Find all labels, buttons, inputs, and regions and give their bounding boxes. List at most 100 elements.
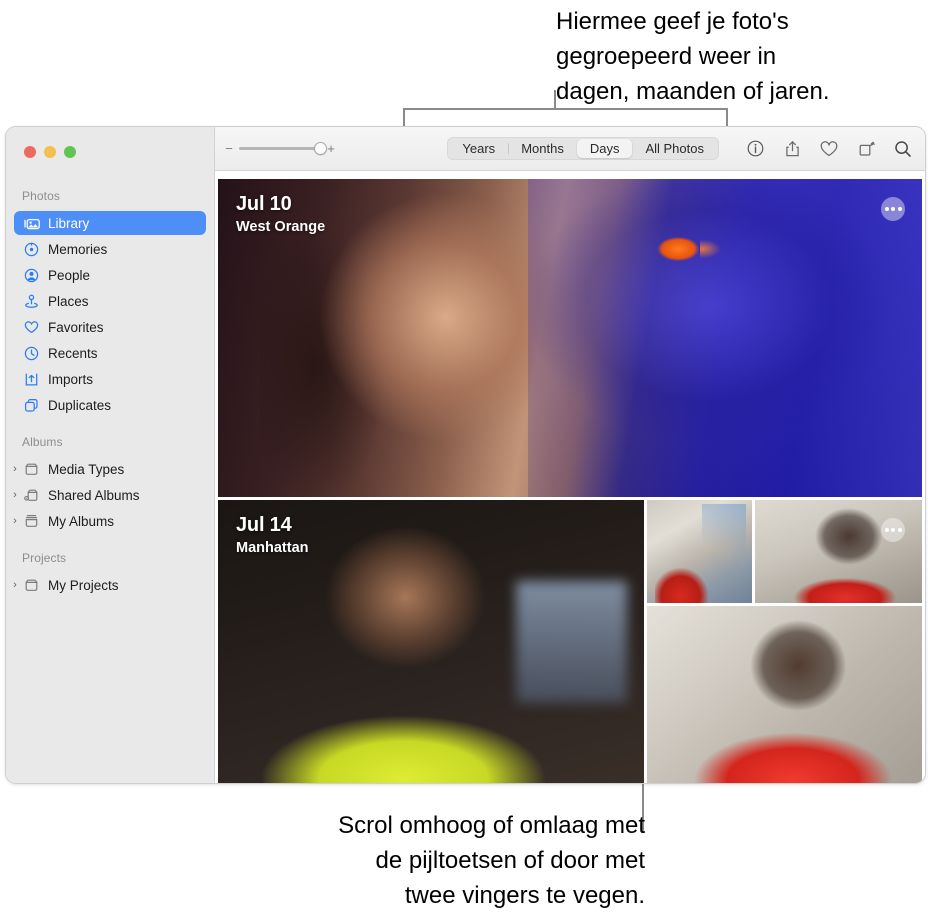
- chevron-right-icon[interactable]: ›: [8, 489, 22, 501]
- folder-stack-icon: [22, 513, 41, 529]
- photo-day-group-row: Jul 14 Manhattan: [215, 500, 925, 783]
- photo-grid-inner: Jul 10 West Orange Jul 14 Manhattan: [215, 171, 925, 783]
- sidebar-item-memories[interactable]: Memories: [14, 237, 206, 261]
- callout-bottom-line-3: twee vingers te vegen.: [404, 882, 645, 909]
- folder-icon: [22, 577, 41, 593]
- sidebar-item-imports[interactable]: Imports: [14, 367, 206, 391]
- tab-months[interactable]: Months: [508, 139, 577, 158]
- callout-bottom-line-1: Scrol omhoog of omlaag met: [338, 812, 645, 839]
- photo-thumbnail: [647, 606, 922, 783]
- favorite-heart-icon[interactable]: [819, 139, 839, 159]
- more-options-button[interactable]: [881, 518, 905, 542]
- info-icon[interactable]: [745, 139, 765, 159]
- sidebar-item-my-albums[interactable]: › My Albums: [8, 509, 206, 533]
- photos-window: Photos Library Memories People Places Fa…: [5, 126, 926, 784]
- photo-cell[interactable]: Jul 10 West Orange: [218, 179, 922, 497]
- tab-days[interactable]: Days: [576, 139, 633, 158]
- view-mode-segmented-control: Years Months Days All Photos: [447, 137, 719, 160]
- sidebar-item-people[interactable]: People: [14, 263, 206, 287]
- folder-icon: [22, 461, 41, 477]
- sidebar-item-shared-albums[interactable]: › Shared Albums: [8, 483, 206, 507]
- zoom-button[interactable]: [64, 146, 76, 158]
- callout-top-bracket: [403, 108, 728, 126]
- zoom-out-icon[interactable]: −: [225, 142, 233, 155]
- shared-folder-icon: [22, 487, 41, 503]
- chevron-right-icon[interactable]: ›: [8, 463, 22, 475]
- dot-icon: [884, 207, 889, 211]
- sidebar-item-favorites[interactable]: Favorites: [14, 315, 206, 339]
- sidebar-item-duplicates[interactable]: Duplicates: [14, 393, 206, 417]
- sidebar-item-label: My Albums: [48, 513, 115, 529]
- sidebar-item-label: Shared Albums: [48, 487, 140, 503]
- sidebar-item-label: Imports: [48, 371, 94, 387]
- photo-grid[interactable]: Jul 10 West Orange Jul 14 Manhattan: [215, 171, 925, 783]
- callout-bottom-line-2: de pijltoetsen of door met: [375, 847, 646, 874]
- search-icon[interactable]: [893, 139, 913, 159]
- dot-icon: [884, 528, 889, 532]
- sidebar-item-label: Library: [48, 215, 90, 231]
- zoom-in-icon[interactable]: +: [327, 142, 335, 155]
- dot-icon: [897, 207, 902, 211]
- sidebar-item-media-types[interactable]: › Media Types: [8, 457, 206, 481]
- sidebar: Photos Library Memories People Places Fa…: [6, 127, 215, 783]
- sidebar-item-places[interactable]: Places: [14, 289, 206, 313]
- callout-bottom-text: Scrol omhoog of omlaag met de pijltoetse…: [190, 808, 645, 913]
- places-icon: [22, 293, 41, 309]
- duplicates-icon: [22, 397, 41, 413]
- close-button[interactable]: [24, 146, 36, 158]
- photo-day-group-row: Jul 10 West Orange: [215, 179, 925, 500]
- sidebar-item-label: Duplicates: [48, 397, 112, 413]
- callout-top-line-3: dagen, maanden of jaren.: [556, 78, 830, 105]
- minimize-button[interactable]: [44, 146, 56, 158]
- tab-all-photos[interactable]: All Photos: [632, 139, 717, 158]
- callout-top-line-2: gegroepeerd weer in: [556, 43, 777, 70]
- sidebar-item-my-projects[interactable]: › My Projects: [8, 573, 206, 597]
- photo-thumbnail: [755, 500, 922, 603]
- dot-icon: [891, 207, 895, 211]
- photo-detail: [654, 236, 721, 263]
- share-icon[interactable]: [782, 139, 802, 159]
- library-icon: [22, 215, 41, 231]
- heart-icon: [22, 319, 41, 335]
- photo-cell[interactable]: [755, 500, 922, 603]
- sidebar-item-label: Places: [48, 293, 89, 309]
- content-area: − + Years Months Days All Photos Jul 10 …: [215, 127, 925, 783]
- sidebar-item-label: People: [48, 267, 91, 283]
- chevron-right-icon[interactable]: ›: [8, 515, 22, 527]
- photo-cell[interactable]: [647, 500, 752, 603]
- sidebar-item-library[interactable]: Library: [14, 211, 206, 235]
- sidebar-item-recents[interactable]: Recents: [14, 341, 206, 365]
- photo-detail: [516, 581, 627, 703]
- photo-cell[interactable]: [647, 606, 922, 783]
- import-icon: [22, 371, 41, 387]
- sidebar-item-label: Recents: [48, 345, 98, 361]
- people-icon: [22, 267, 41, 283]
- photo-cell[interactable]: Jul 14 Manhattan: [218, 500, 644, 783]
- sidebar-section-projects-header: Projects: [22, 551, 67, 565]
- rotate-icon[interactable]: [856, 139, 876, 159]
- tab-years[interactable]: Years: [449, 139, 508, 158]
- sidebar-item-label: My Projects: [48, 577, 119, 593]
- sidebar-item-label: Memories: [48, 241, 108, 257]
- dot-icon: [891, 528, 895, 532]
- sidebar-section-albums-header: Albums: [22, 435, 63, 449]
- toolbar: − + Years Months Days All Photos: [215, 127, 925, 171]
- callout-top-leader-stem: [554, 90, 556, 110]
- photo-cluster-row: [647, 500, 922, 603]
- zoom-slider[interactable]: − +: [225, 141, 335, 155]
- photo-thumbnail: [647, 500, 752, 603]
- window-controls: [24, 146, 76, 158]
- toolbar-icon-group: [745, 139, 913, 159]
- zoom-slider-track[interactable]: [239, 141, 327, 155]
- callout-top-text: Hiermee geef je foto's gegroepeerd weer …: [556, 0, 926, 109]
- more-options-button[interactable]: [881, 197, 905, 221]
- photo-thumbnail: [218, 500, 644, 783]
- sidebar-item-label: Media Types: [48, 461, 125, 477]
- photo-thumbnail: [218, 179, 922, 497]
- memories-icon: [22, 241, 41, 257]
- sidebar-item-label: Favorites: [48, 319, 104, 335]
- chevron-right-icon[interactable]: ›: [8, 579, 22, 591]
- sidebar-section-photos-header: Photos: [22, 189, 60, 203]
- zoom-slider-knob[interactable]: [314, 141, 327, 155]
- clock-icon: [22, 345, 41, 361]
